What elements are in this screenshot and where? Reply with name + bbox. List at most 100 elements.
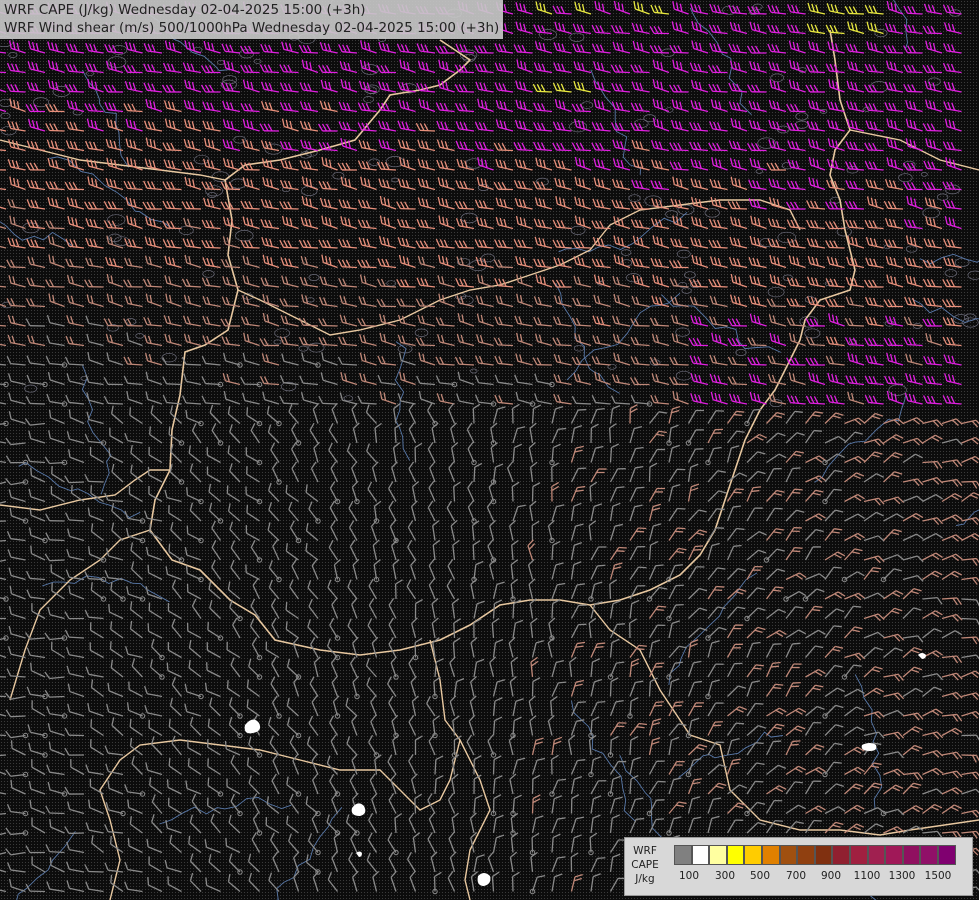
- wind-barb: [553, 354, 572, 366]
- wind-barb: [687, 778, 702, 795]
- wind-barb: [286, 697, 299, 717]
- terrain-contour: [628, 194, 641, 202]
- wind-barb: [65, 43, 85, 54]
- wind-barb: [65, 140, 85, 152]
- wind-barb: [8, 489, 26, 503]
- wind-barb: [270, 598, 280, 619]
- wind-barb: [229, 463, 241, 483]
- wind-barb: [251, 832, 261, 853]
- wind-barb: [941, 534, 963, 542]
- wind-barb: [165, 293, 182, 308]
- terrain-contour: [306, 297, 315, 303]
- wind-barb: [902, 782, 922, 795]
- wind-barb: [531, 794, 541, 814]
- wind-barb: [726, 758, 741, 775]
- wind-barb: [318, 318, 338, 327]
- wind-barb: [168, 504, 182, 522]
- wind-barb: [863, 497, 885, 506]
- wind-barb: [46, 881, 65, 893]
- wind-barb: [147, 564, 163, 581]
- wind-barb: [211, 423, 224, 446]
- wind-barb: [129, 601, 143, 620]
- wind-barb: [904, 296, 923, 308]
- wind-barb: [746, 531, 767, 542]
- wind-barb: [494, 374, 514, 386]
- wind-barb: [84, 609, 104, 620]
- wind-barb: [186, 487, 204, 505]
- wind-barb: [183, 99, 202, 113]
- wind-barb: [222, 100, 241, 113]
- wind-barb: [104, 492, 124, 503]
- wind-barb: [629, 504, 643, 522]
- river: [0, 221, 74, 248]
- wind-barb: [707, 815, 720, 834]
- wind-barb: [246, 407, 263, 427]
- wind-barb: [886, 137, 904, 152]
- wind-barb: [260, 198, 280, 210]
- terrain-contour: [273, 339, 282, 345]
- wind-barb: [226, 641, 241, 659]
- wind-barb: [846, 80, 865, 93]
- wind-barb: [766, 785, 787, 795]
- wind-barb: [127, 837, 143, 854]
- wind-barb: [691, 216, 709, 230]
- wind-barb: [648, 624, 666, 639]
- wind-barb: [0, 595, 9, 602]
- wind-barb: [148, 602, 163, 620]
- wind-barb: [669, 84, 689, 93]
- wind-barb: [922, 434, 943, 444]
- wind-barb: [807, 2, 826, 15]
- wind-barb: [182, 62, 202, 74]
- wind-barb: [427, 500, 436, 522]
- wind-barb: [648, 780, 666, 795]
- wind-barb: [727, 706, 747, 717]
- wind-barb: [415, 240, 436, 249]
- wind-barb: [267, 424, 280, 444]
- wind-barb: [229, 424, 241, 444]
- wind-barb: [726, 430, 745, 444]
- wind-barb: [923, 160, 943, 171]
- wind-barb: [666, 603, 684, 622]
- wind-barb: [340, 372, 358, 386]
- wind-barb: [922, 181, 943, 191]
- wind-barb: [185, 409, 204, 427]
- wind-barb: [922, 64, 943, 74]
- wind-barb: [570, 701, 587, 717]
- wind-barb: [124, 432, 143, 444]
- wind-barb: [279, 375, 299, 386]
- wind-barb: [710, 99, 728, 113]
- wind-barb: [534, 41, 553, 54]
- wind-barb: [746, 664, 764, 678]
- wind-barb: [826, 3, 845, 15]
- wind-barb: [727, 356, 748, 366]
- wind-barb: [208, 502, 224, 524]
- wind-barb: [131, 755, 143, 775]
- wind-barb: [961, 771, 979, 780]
- wind-barb: [590, 701, 606, 717]
- wind-barb: [227, 445, 241, 464]
- wind-barb: [129, 816, 143, 834]
- wind-barb: [449, 695, 457, 717]
- wind-barb: [688, 278, 709, 288]
- wind-barb: [941, 597, 962, 606]
- terrain-contour: [178, 225, 194, 235]
- wind-barb: [863, 473, 884, 483]
- wind-barb: [592, 198, 611, 210]
- wind-barb: [427, 832, 436, 853]
- terrain-contour: [755, 169, 763, 174]
- wind-barb: [707, 782, 727, 795]
- wind-barb: [863, 592, 885, 600]
- wind-barb: [270, 676, 280, 697]
- wind-barb: [432, 520, 440, 541]
- wind-barb: [531, 520, 540, 541]
- wind-barb: [106, 352, 124, 366]
- wind-barb: [454, 240, 475, 249]
- wind-barb: [689, 141, 709, 152]
- wind-barb: [0, 243, 7, 249]
- wind-barb: [922, 788, 944, 795]
- wind-barb: [533, 122, 553, 132]
- wind-barb: [687, 639, 699, 658]
- wind-barb: [455, 277, 475, 288]
- wind-barb: [847, 352, 865, 366]
- wind-barb: [529, 500, 537, 522]
